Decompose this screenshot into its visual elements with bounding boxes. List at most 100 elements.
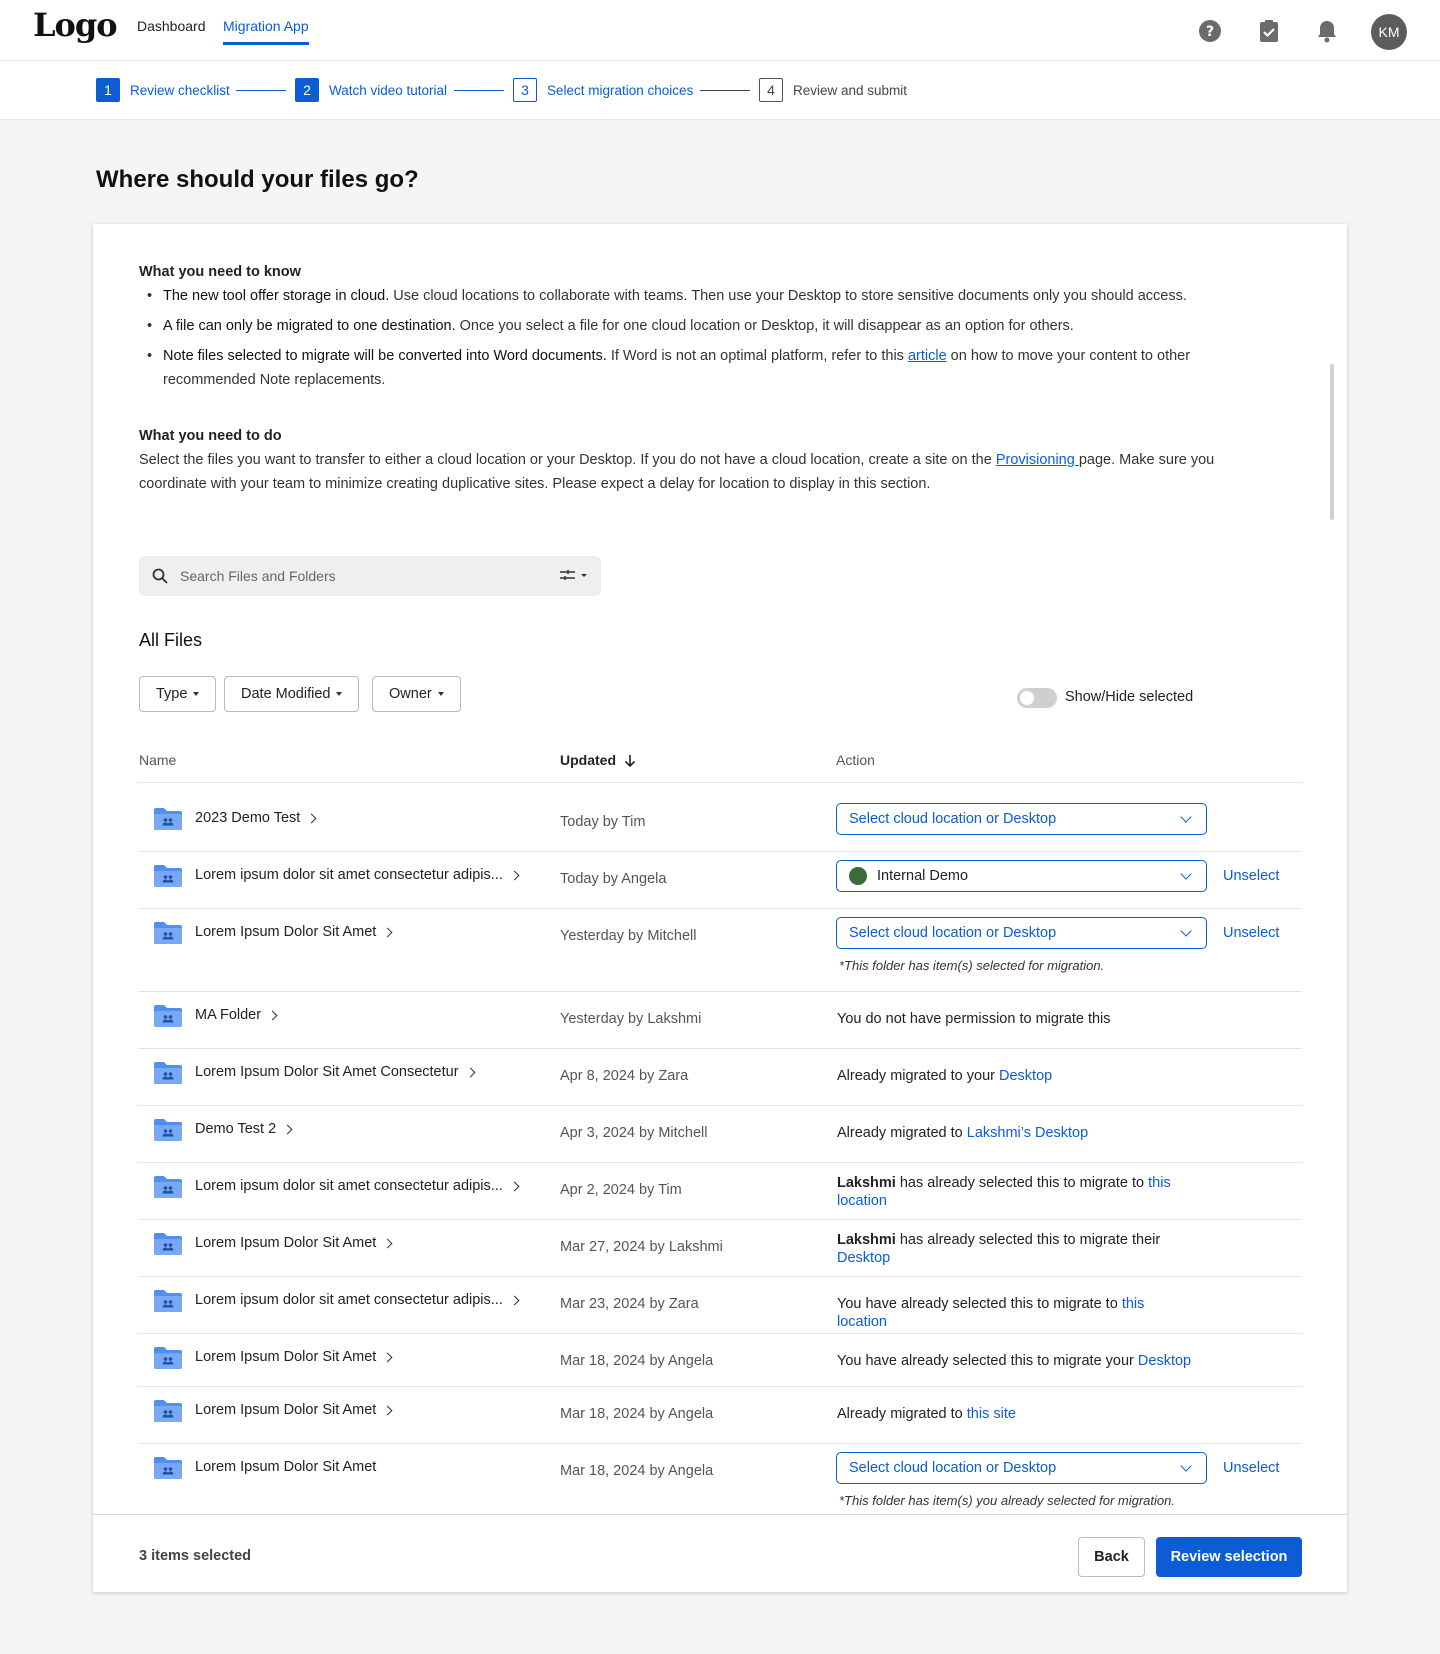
updated-text: Apr 2, 2024 by Tim (560, 1182, 682, 1198)
location-select[interactable]: Internal Demo (836, 860, 1207, 892)
column-name[interactable]: Name (139, 752, 176, 768)
action-link[interactable]: Lakshmi’s Desktop (967, 1125, 1088, 1141)
file-name-text: 2023 Demo Test (195, 810, 301, 826)
action-link[interactable]: this site (967, 1406, 1016, 1422)
search-input[interactable]: Search Files and Folders (139, 556, 601, 596)
column-updated[interactable]: Updated (560, 752, 636, 768)
step-watch-video[interactable]: 2 Watch video tutorial (295, 78, 447, 102)
action-text: You have already selected this to migrat… (837, 1353, 1138, 1369)
clipboard-check-icon[interactable] (1257, 19, 1281, 43)
scrollbar[interactable] (1330, 364, 1334, 520)
action-status: Already migrated to Lakshmi’s Desktop (837, 1124, 1197, 1142)
bullet-bold: The new tool offer storage in cloud. (163, 288, 390, 304)
updated-text: Today by Angela (560, 871, 667, 887)
file-name[interactable]: 2023 Demo Test (195, 810, 317, 826)
location-select[interactable]: Select cloud location or Desktop (836, 1452, 1207, 1484)
bullet-bold: Note files selected to migrate will be c… (163, 348, 607, 364)
file-name[interactable]: Lorem ipsum dolor sit amet consectetur a… (195, 1178, 520, 1194)
file-name[interactable]: Lorem ipsum dolor sit amet consectetur a… (195, 867, 520, 883)
action-link[interactable]: Desktop (837, 1250, 890, 1266)
nav-migration-app[interactable]: Migration App (223, 18, 309, 45)
row-divider (138, 782, 1302, 783)
updated-text: Yesterday by Lakshmi (560, 1011, 702, 1027)
file-name-text: Lorem Ipsum Dolor Sit Amet (195, 924, 377, 940)
review-selection-button[interactable]: Review selection (1156, 1537, 1302, 1577)
step-label: Review and submit (793, 82, 908, 98)
unselect-link[interactable]: Unselect (1223, 1460, 1279, 1476)
row-divider (138, 908, 1302, 909)
provisioning-link[interactable]: Provisioning (996, 452, 1079, 468)
file-name[interactable]: Lorem Ipsum Dolor Sit Amet (195, 1235, 393, 1251)
location-select-value: Select cloud location or Desktop (849, 1460, 1057, 1476)
step-review-submit[interactable]: 4 Review and submit (759, 78, 907, 102)
chevron-down-icon (1180, 925, 1192, 937)
chevron-right-icon (382, 1352, 393, 1362)
step-number: 4 (759, 78, 783, 102)
know-bullet-3: Note files selected to migrate will be c… (139, 344, 1269, 392)
selected-count: 3 items selected (139, 1548, 252, 1564)
file-name[interactable]: Lorem Ipsum Dolor Sit Amet (195, 924, 393, 940)
action-status: Already migrated to your Desktop (837, 1067, 1197, 1085)
filter-date-modified-button[interactable]: Date Modified (224, 676, 360, 712)
chevron-right-icon (509, 1181, 520, 1191)
location-select-value: Select cloud location or Desktop (849, 811, 1057, 827)
help-icon[interactable]: ? (1198, 19, 1222, 43)
file-name[interactable]: Demo Test 2 (195, 1121, 293, 1137)
bell-icon[interactable] (1315, 19, 1339, 43)
folder-icon (153, 1004, 183, 1028)
step-connector (700, 90, 750, 91)
know-bullet-2: A file can only be migrated to one desti… (139, 314, 1269, 338)
unselect-link[interactable]: Unselect (1223, 925, 1279, 941)
folder-icon (153, 1289, 183, 1313)
step-select-migration[interactable]: 3 Select migration choices (513, 78, 693, 102)
folder-icon (153, 1456, 183, 1480)
row-divider (138, 1048, 1302, 1049)
location-select-value: Select cloud location or Desktop (849, 925, 1057, 941)
todo-text: Select the files you want to transfer to… (139, 448, 1269, 496)
todo-title: What you need to do (139, 428, 282, 444)
unselect-link[interactable]: Unselect (1223, 868, 1279, 884)
file-name[interactable]: MA Folder (195, 1007, 278, 1023)
all-files-heading: All Files (139, 630, 203, 650)
file-name[interactable]: Lorem ipsum dolor sit amet consectetur a… (195, 1292, 520, 1308)
file-name[interactable]: Lorem Ipsum Dolor Sit Amet Consectetur (195, 1064, 475, 1080)
file-name-text: Lorem ipsum dolor sit amet consectetur a… (195, 867, 503, 883)
folder-icon (153, 1061, 183, 1085)
back-button[interactable]: Back (1078, 1537, 1145, 1577)
nav-dashboard[interactable]: Dashboard (137, 18, 206, 34)
main-card: What you need to know The new tool offer… (93, 224, 1347, 1592)
filter-label: Owner (389, 686, 432, 702)
step-review-checklist[interactable]: 1 Review checklist (96, 78, 230, 102)
file-name[interactable]: Lorem Ipsum Dolor Sit Amet (195, 1349, 393, 1365)
updated-text: Mar 23, 2024 by Zara (560, 1296, 699, 1312)
folder-icon (153, 1175, 183, 1199)
show-hide-toggle[interactable] (1017, 688, 1057, 708)
step-connector (236, 90, 286, 91)
file-name[interactable]: Lorem Ipsum Dolor Sit Amet (195, 1459, 376, 1475)
action-link[interactable]: Desktop (999, 1068, 1052, 1084)
filter-options-icon[interactable] (559, 568, 589, 582)
folder-icon (153, 921, 183, 945)
user-name: Lakshmi (837, 1232, 896, 1248)
chevron-right-icon (382, 927, 393, 937)
search-icon (152, 568, 168, 584)
avatar[interactable]: KM (1371, 14, 1407, 50)
filter-owner-button[interactable]: Owner (372, 676, 461, 712)
bullet-bold: A file can only be migrated to one desti… (163, 318, 456, 334)
caret-down-icon (336, 692, 343, 696)
action-text: Already migrated to your (837, 1068, 999, 1084)
row-divider (138, 1333, 1302, 1334)
file-name-text: Lorem Ipsum Dolor Sit Amet (195, 1459, 377, 1475)
action-status: Lakshmi has already selected this to mig… (837, 1174, 1197, 1210)
chevron-right-icon (282, 1124, 293, 1134)
location-select[interactable]: Select cloud location or Desktop (836, 803, 1207, 835)
filter-type-button[interactable]: Type (139, 676, 217, 712)
file-name[interactable]: Lorem Ipsum Dolor Sit Amet (195, 1402, 393, 1418)
article-link[interactable]: article (908, 348, 947, 364)
location-select[interactable]: Select cloud location or Desktop (836, 917, 1207, 949)
logo[interactable]: Logo (33, 6, 118, 44)
action-text: You have already selected this to migrat… (837, 1296, 1122, 1312)
updated-text: Yesterday by Mitchell (560, 928, 697, 944)
action-link[interactable]: Desktop (1138, 1353, 1191, 1369)
folder-icon (153, 1346, 183, 1370)
